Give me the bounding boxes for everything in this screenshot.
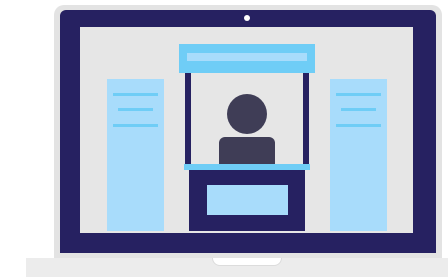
banner-line — [336, 124, 381, 127]
booth-counter — [189, 170, 305, 231]
laptop-notch — [212, 258, 282, 266]
counter-panel — [207, 185, 288, 215]
left-banner-stand — [107, 79, 164, 231]
banner-line — [341, 108, 376, 111]
banner-line — [113, 124, 158, 127]
camera-dot-icon — [244, 15, 250, 21]
person-body — [219, 137, 275, 165]
booth-canopy — [179, 44, 315, 73]
booth-post-left — [185, 73, 191, 165]
banner-line — [336, 93, 381, 96]
banner-line — [118, 108, 153, 111]
person-head — [227, 94, 267, 134]
canopy-stripe — [187, 53, 307, 61]
banner-line — [113, 93, 158, 96]
right-banner-stand — [330, 79, 387, 231]
booth-post-right — [303, 73, 309, 165]
